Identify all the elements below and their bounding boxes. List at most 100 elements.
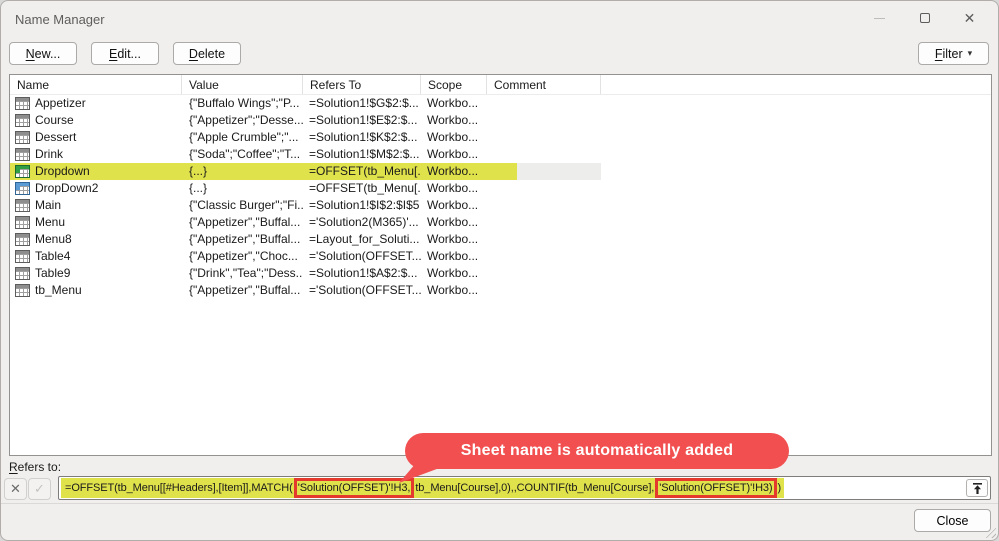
table-row[interactable]: tb_Menu {"Appetizer","Buffal... ='Soluti… — [10, 282, 601, 299]
name-cell: Appetizer — [35, 95, 86, 112]
blue-table-icon — [15, 182, 30, 195]
gray-table-icon — [15, 114, 30, 127]
title-bar: Name Manager ✕ — [1, 1, 998, 35]
collapse-dialog-button[interactable] — [966, 479, 988, 497]
gray-table-icon — [15, 216, 30, 229]
refers-to-cell: =Layout_for_Soluti... — [303, 231, 421, 248]
formula-segment: tb_Menu[Course],0),,COUNTIF(tb_Menu[Cour… — [415, 482, 654, 494]
close-button[interactable]: Close — [914, 509, 991, 532]
refers-to-cell: =Solution1!$G$2:$... — [303, 95, 421, 112]
scope-cell: Workbo... — [421, 265, 487, 282]
gray-table-icon — [15, 131, 30, 144]
name-cell: Table4 — [35, 248, 70, 265]
gray-table-icon — [15, 267, 30, 280]
close-window-button[interactable]: ✕ — [947, 1, 992, 35]
gray-table-icon — [15, 284, 30, 297]
scope-cell: Workbo... — [421, 214, 487, 231]
footer-separator — [1, 503, 998, 504]
value-cell: {"Appetizer","Buffal... — [182, 214, 303, 231]
name-cell: Table9 — [35, 265, 70, 282]
table-row[interactable]: Table4 {"Appetizer","Choc... ='Solution(… — [10, 248, 601, 265]
refers-to-cell: =Solution1!$A$2:$... — [303, 265, 421, 282]
refers-to-label: Refers to: — [9, 460, 61, 474]
name-cell: tb_Menu — [35, 282, 82, 299]
column-header-comment[interactable]: Comment — [487, 75, 601, 94]
name-cell: Menu — [35, 214, 65, 231]
maximize-button[interactable] — [902, 1, 947, 35]
refers-to-cell: =Solution1!$I$2:$I$5 — [303, 197, 421, 214]
table-row[interactable]: Main {"Classic Burger";"Fi... =Solution1… — [10, 197, 601, 214]
value-cell: {"Appetizer";"Desse... — [182, 112, 303, 129]
name-cell: DropDown2 — [35, 180, 98, 197]
value-cell: {"Drink","Tea";"Dess... — [182, 265, 303, 282]
filter-button[interactable]: Filter ▾ — [918, 42, 989, 65]
names-list: Name Value Refers To Scope Comment Appet… — [9, 74, 992, 456]
name-cell: Drink — [35, 146, 63, 163]
delete-button[interactable]: Delete — [173, 42, 241, 65]
filter-label: Filter — [935, 47, 963, 61]
edit-button[interactable]: Edit... — [91, 42, 159, 65]
value-cell: {...} — [182, 180, 303, 197]
table-row[interactable]: Appetizer {"Buffalo Wings";"P... =Soluti… — [10, 95, 601, 112]
chevron-down-icon: ▾ — [968, 48, 973, 59]
column-header-refers-to[interactable]: Refers To — [303, 75, 421, 94]
value-cell: {...} — [182, 163, 303, 180]
close-icon: ✕ — [964, 11, 976, 25]
refers-to-cell: =Solution1!$M$2:$... — [303, 146, 421, 163]
scope-cell: Workbo... — [421, 95, 487, 112]
gray-table-icon — [15, 250, 30, 263]
value-cell: {"Appetizer","Buffal... — [182, 231, 303, 248]
refers-to-cell: ='Solution2(M365)'... — [303, 214, 421, 231]
table-row[interactable]: Drink {"Soda";"Coffee";"T... =Solution1!… — [10, 146, 601, 163]
table-row[interactable]: Dropdown {...} =OFFSET(tb_Menu[... Workb… — [10, 163, 601, 180]
scope-cell: Workbo... — [421, 146, 487, 163]
refers-to-input[interactable]: =OFFSET(tb_Menu[[#Headers],[Item]],MATCH… — [58, 476, 991, 500]
table-row[interactable]: Table9 {"Drink","Tea";"Dess... =Solution… — [10, 265, 601, 282]
table-row[interactable]: Menu8 {"Appetizer","Buffal... =Layout_fo… — [10, 231, 601, 248]
formula-annotated-segment: 'Solution(OFFSET)'!H3) — [655, 478, 776, 498]
check-icon: ✓ — [34, 481, 45, 497]
value-cell: {"Appetizer","Buffal... — [182, 282, 303, 299]
annotation-callout: Sheet name is automatically added — [405, 433, 789, 469]
gray-table-icon — [15, 97, 30, 110]
name-manager-dialog: Name Manager ✕ New... Edit... Delete Fil… — [0, 0, 999, 541]
table-row[interactable]: Menu {"Appetizer","Buffal... ='Solution2… — [10, 214, 601, 231]
table-row[interactable]: DropDown2 {...} =OFFSET(tb_Menu[... Work… — [10, 180, 601, 197]
minimize-button — [857, 1, 902, 35]
table-row[interactable]: Dessert {"Apple Crumble";"... =Solution1… — [10, 129, 601, 146]
refers-to-cell: =Solution1!$K$2:$... — [303, 129, 421, 146]
name-cell: Dessert — [35, 129, 76, 146]
name-cell: Main — [35, 197, 61, 214]
column-header-value[interactable]: Value — [182, 75, 303, 94]
value-cell: {"Apple Crumble";"... — [182, 129, 303, 146]
name-cell: Course — [35, 112, 74, 129]
gray-table-icon — [15, 148, 30, 161]
value-cell: {"Appetizer","Choc... — [182, 248, 303, 265]
green-table-icon — [15, 165, 30, 178]
value-cell: {"Soda";"Coffee";"T... — [182, 146, 303, 163]
name-cell: Menu8 — [35, 231, 72, 248]
callout-text: Sheet name is automatically added — [461, 442, 733, 460]
scope-cell: Workbo... — [421, 129, 487, 146]
accept-formula-button[interactable]: ✓ — [28, 478, 51, 500]
table-row[interactable]: Course {"Appetizer";"Desse... =Solution1… — [10, 112, 601, 129]
refers-to-cell: =Solution1!$E$2:$... — [303, 112, 421, 129]
column-header-scope[interactable]: Scope — [421, 75, 487, 94]
list-rows: Appetizer {"Buffalo Wings";"P... =Soluti… — [10, 95, 991, 299]
scope-cell: Workbo... — [421, 282, 487, 299]
scope-cell: Workbo... — [421, 231, 487, 248]
gray-table-icon — [15, 233, 30, 246]
formula-segment: =OFFSET(tb_Menu[[#Headers],[Item]],MATCH… — [65, 482, 293, 494]
column-header-name[interactable]: Name — [10, 75, 182, 94]
list-header: Name Value Refers To Scope Comment — [10, 75, 991, 95]
name-cell: Dropdown — [35, 163, 90, 180]
scope-cell: Workbo... — [421, 180, 487, 197]
value-cell: {"Buffalo Wings";"P... — [182, 95, 303, 112]
cancel-formula-button[interactable]: ✕ — [4, 478, 27, 500]
new-button[interactable]: New... — [9, 42, 77, 65]
formula-annotated-segment: 'Solution(OFFSET)'!H3, — [294, 478, 415, 498]
scope-cell: Workbo... — [421, 248, 487, 265]
refers-to-cell: ='Solution(OFFSET... — [303, 248, 421, 265]
minimize-icon — [874, 18, 885, 19]
dialog-title: Name Manager — [15, 12, 105, 27]
